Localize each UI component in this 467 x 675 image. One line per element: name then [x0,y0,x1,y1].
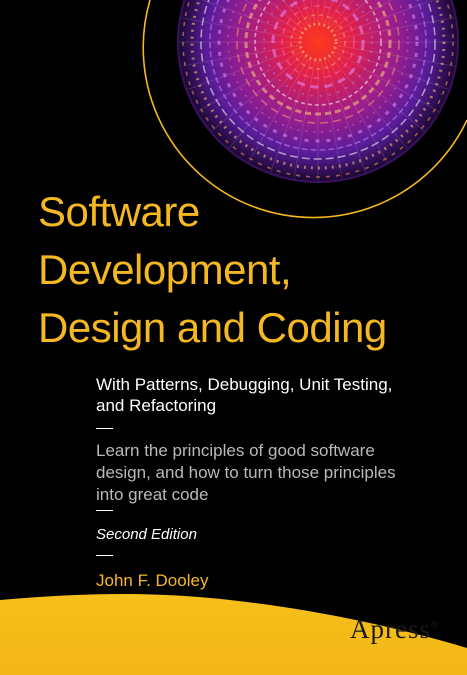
title-line-1: Software [38,188,200,235]
publisher-name: Apress [350,614,431,644]
description-line-1: Learn the principles of good software [96,441,375,460]
digital-disc-graphic [177,0,459,183]
book-cover: Software Development, Design and Coding … [0,0,467,675]
title-line-2: Development, [38,246,292,293]
registered-mark: ® [431,620,438,630]
divider-rule [96,555,113,556]
subtitle-line-2: and Refactoring [96,396,217,415]
description-line-2: design, and how to turn those principles [96,463,396,482]
subtitle-line-1: With Patterns, Debugging, Unit Testing, [96,375,393,394]
divider-rule [96,510,113,511]
divider-rule [96,428,113,429]
description-line-3: into great code [96,485,209,504]
title-line-3: Design and Coding [38,304,387,351]
publisher-logo: Apress® [350,610,438,644]
author-name: John F. Dooley [96,571,209,590]
edition-label: Second Edition [96,526,197,543]
